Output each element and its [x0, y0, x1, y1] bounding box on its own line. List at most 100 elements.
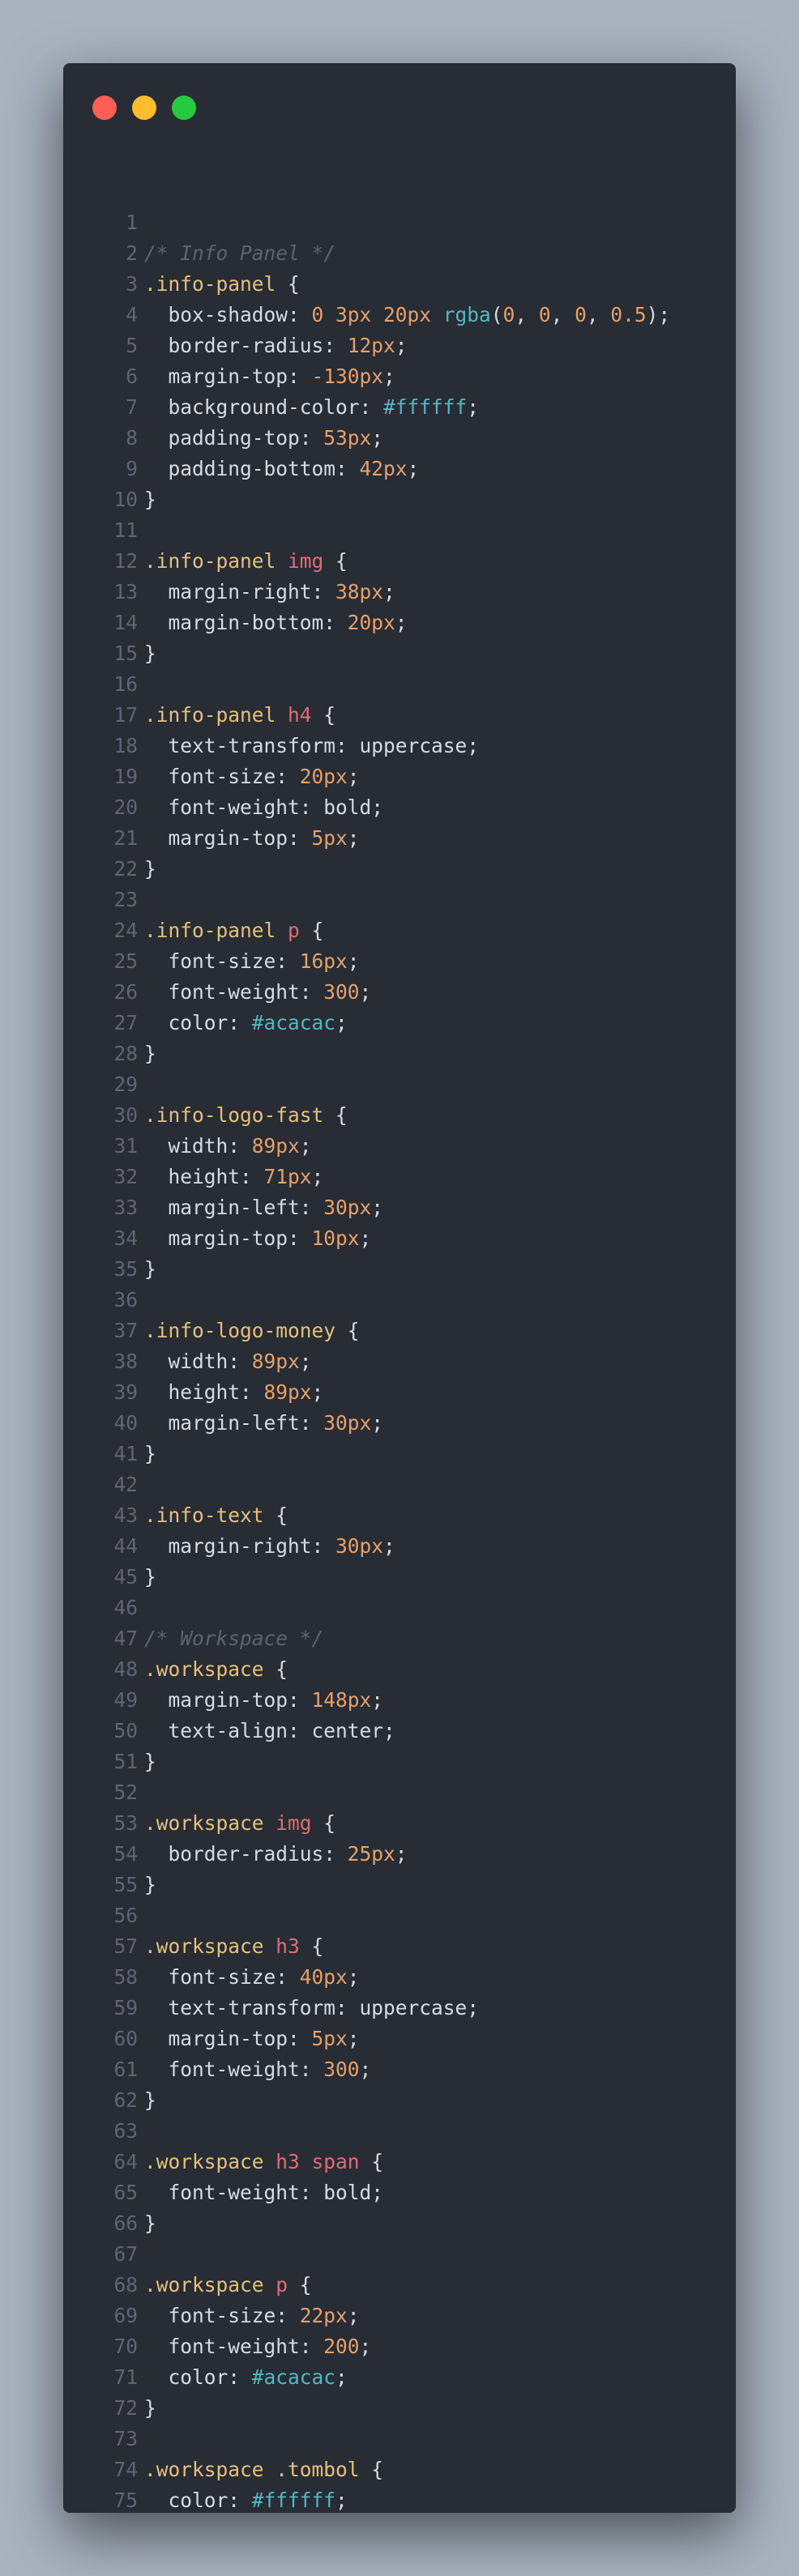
- line-text: margin-top: 148px;: [144, 1685, 384, 1716]
- code-token: .info-panel: [144, 272, 276, 296]
- code-token: /* Info Panel */: [144, 241, 336, 265]
- line-text: }: [144, 1562, 156, 1593]
- code-token: font-size:: [144, 1965, 300, 1989]
- line-text: text-transform: uppercase;: [144, 1993, 480, 2024]
- line-number: 35: [113, 1257, 138, 1281]
- code-token: ;: [359, 980, 372, 1004]
- code-token: uppercase: [359, 734, 468, 757]
- code-token: font-size:: [144, 765, 300, 788]
- code-token: font-size:: [144, 949, 300, 973]
- code-token: bold: [323, 795, 372, 819]
- code-token: p: [288, 919, 300, 942]
- code-line: 71 color: #acacac;: [63, 2362, 736, 2393]
- code-line: 30 .info-logo-fast {: [63, 1100, 736, 1131]
- line-text: .info-panel p {: [144, 915, 323, 946]
- close-control[interactable]: [92, 96, 117, 120]
- code-token: ;: [371, 1196, 384, 1219]
- code-token: #acacac: [251, 1011, 336, 1034]
- code-token: #acacac: [251, 2365, 336, 2389]
- line-number: 36: [113, 1288, 138, 1311]
- code-token: color:: [144, 2489, 252, 2512]
- code-token: .workspace: [144, 1811, 276, 1835]
- code-token: ,: [515, 303, 539, 326]
- code-line: 3 .info-panel {: [63, 269, 736, 300]
- code-token: margin-bottom:: [144, 611, 348, 634]
- code-line: 14 margin-bottom: 20px;: [63, 608, 736, 638]
- line-text: }: [144, 1439, 156, 1469]
- code-token: height:: [144, 1165, 264, 1188]
- code-line: 52: [63, 1777, 736, 1808]
- code-line: 62}: [63, 2085, 736, 2116]
- line-number: 40: [113, 1411, 138, 1435]
- code-token: );: [646, 303, 671, 326]
- code-token: 16px: [299, 949, 348, 973]
- line-number: 46: [113, 1596, 138, 1619]
- code-token: margin-left:: [144, 1411, 324, 1435]
- code-line: 11: [63, 515, 736, 546]
- code-token: ;: [395, 1842, 408, 1866]
- code-line: 46: [63, 1593, 736, 1623]
- line-text: .info-panel h4 {: [144, 700, 335, 731]
- code-token: box-shadow:: [144, 303, 312, 326]
- line-text: font-size: 40px;: [144, 1962, 360, 1993]
- code-token: /* Workspace */: [144, 1627, 324, 1650]
- code-line: 66}: [63, 2208, 736, 2239]
- code-token: p: [276, 2273, 288, 2297]
- code-token: 300: [323, 2058, 360, 2081]
- line-number: 8: [126, 426, 138, 450]
- line-number: 58: [113, 1965, 138, 1989]
- maximize-control[interactable]: [172, 96, 196, 120]
- line-number: 41: [113, 1442, 138, 1465]
- code-token: 5px: [311, 826, 348, 850]
- line-number: 62: [113, 2088, 138, 2112]
- line-text: .info-logo-fast {: [144, 1100, 348, 1131]
- line-text: }: [144, 854, 156, 885]
- line-number: 27: [113, 1011, 138, 1034]
- line-text: margin-top: 5px;: [144, 2024, 360, 2054]
- code-token: {: [299, 1934, 324, 1958]
- code-block[interactable]: 1 2/* Info Panel */3 .info-panel {4 box-sh…: [63, 207, 736, 2513]
- line-text: margin-right: 38px;: [144, 577, 395, 608]
- code-line: 35}: [63, 1254, 736, 1285]
- line-text: font-size: 22px;: [144, 2301, 360, 2331]
- code-line: 13 margin-right: 38px;: [63, 577, 736, 608]
- code-token: ;: [383, 1719, 395, 1742]
- code-token: 300: [323, 980, 360, 1004]
- line-number: 7: [126, 395, 138, 419]
- line-number: 54: [113, 1842, 138, 1866]
- code-token: 0.5: [610, 303, 647, 326]
- code-token: margin-top:: [144, 1688, 312, 1712]
- line-text: color: #ffffff;: [144, 2485, 348, 2513]
- code-token: 0: [575, 303, 587, 326]
- line-text: }: [144, 2208, 156, 2239]
- code-line: 18 text-transform: uppercase;: [63, 731, 736, 761]
- code-token: {: [323, 549, 348, 573]
- line-text: .info-panel img {: [144, 546, 348, 577]
- line-number: 63: [113, 2119, 138, 2143]
- line-text: border-radius: 12px;: [144, 331, 408, 361]
- code-token: ;: [335, 2489, 348, 2512]
- code-line: 20 font-weight: bold;: [63, 792, 736, 823]
- code-token: ;: [383, 580, 395, 603]
- line-text: height: 89px;: [144, 1377, 324, 1408]
- code-token: .workspace: [144, 1934, 276, 1958]
- code-token: ;: [347, 826, 360, 850]
- code-token: {: [359, 2150, 384, 2173]
- code-token: ;: [383, 365, 395, 388]
- code-line: 39 height: 89px;: [63, 1377, 736, 1408]
- line-number: 44: [113, 1534, 138, 1558]
- line-text: font-weight: 200;: [144, 2331, 372, 2362]
- line-number: 51: [113, 1750, 138, 1773]
- code-line: 38 width: 89px;: [63, 1346, 736, 1377]
- line-text: }: [144, 2085, 156, 2116]
- line-text: }: [144, 638, 156, 669]
- line-text: margin-left: 30px;: [144, 1408, 384, 1439]
- line-text: .workspace img {: [144, 1808, 335, 1839]
- code-line: 59 text-transform: uppercase;: [63, 1993, 736, 2024]
- line-number: 25: [113, 949, 138, 973]
- line-number: 5: [126, 334, 138, 357]
- line-number: 16: [113, 672, 138, 696]
- line-number: 2: [126, 241, 138, 265]
- code-token: img: [276, 1811, 312, 1835]
- minimize-control[interactable]: [132, 96, 156, 120]
